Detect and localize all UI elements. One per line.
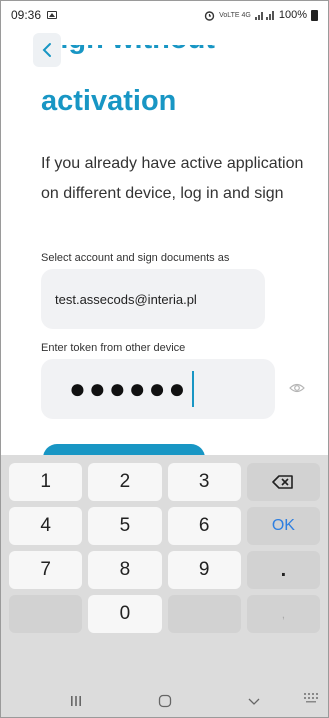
blank-key-2 [167, 595, 241, 633]
status-left: 09:36 [11, 8, 58, 22]
key-4[interactable]: 4 [9, 507, 83, 545]
comma-key[interactable]: , [246, 595, 320, 633]
key-2[interactable]: 2 [88, 463, 162, 501]
key-9[interactable]: 9 [167, 551, 241, 589]
page-title-line2: activation [41, 85, 177, 117]
page-title-line1: Sign without [41, 45, 215, 56]
eye-icon[interactable] [289, 381, 305, 395]
text-caret [192, 371, 195, 407]
key-7[interactable]: 7 [9, 551, 83, 589]
backspace-icon [272, 475, 294, 489]
recent-apps-button[interactable] [61, 691, 91, 711]
home-button[interactable] [150, 691, 180, 711]
recent-apps-icon [70, 695, 81, 706]
ok-key[interactable]: OK [246, 507, 320, 545]
blank-key [9, 595, 83, 633]
keyboard-grid-icon[interactable] [304, 693, 318, 703]
token-label: Enter token from other device [41, 342, 186, 354]
backspace-key[interactable] [246, 463, 320, 501]
account-field[interactable]: test.assecods@interia.pl [41, 269, 265, 329]
gallery-notification-icon [47, 11, 58, 19]
key-0[interactable]: 0 [88, 595, 162, 633]
account-label: Select account and sign documents as [41, 252, 230, 264]
status-bar: 09:36 VoLTE 4G 100% [1, 1, 328, 29]
title-clip: Sign without [41, 45, 301, 75]
status-right: VoLTE 4G 100% [204, 9, 318, 21]
status-time: 09:36 [11, 8, 42, 22]
key-1[interactable]: 1 [9, 463, 83, 501]
hide-keyboard-button[interactable] [239, 691, 269, 711]
key-6[interactable]: 6 [167, 507, 241, 545]
signal-icon [254, 11, 274, 20]
key-8[interactable]: 8 [88, 551, 162, 589]
token-input[interactable]: ●●●●●● [41, 359, 275, 419]
description-text: If you already have active application o… [41, 155, 304, 202]
token-value: ●●●●●● [69, 373, 189, 404]
account-value: test.assecods@interia.pl [55, 291, 197, 307]
key-5[interactable]: 5 [88, 507, 162, 545]
phone-screen: 09:36 VoLTE 4G 100% activation If you al… [0, 0, 329, 718]
back-button[interactable] [33, 33, 61, 67]
alarm-icon [204, 10, 215, 21]
chevron-left-icon [42, 43, 51, 57]
battery-percent: 100% [278, 9, 307, 21]
numeric-keyboard: 1 2 3 4 5 6 OK 7 8 9 . 0 , [1, 455, 328, 682]
dot-key[interactable]: . [246, 551, 320, 589]
system-nav-bar [1, 682, 328, 717]
battery-icon [311, 9, 318, 21]
keypad: 1 2 3 4 5 6 OK 7 8 9 . 0 , [9, 463, 320, 677]
chevron-down-icon [248, 698, 259, 705]
network-indicator: VoLTE 4G [219, 11, 251, 19]
key-3[interactable]: 3 [167, 463, 241, 501]
home-icon [158, 694, 171, 707]
